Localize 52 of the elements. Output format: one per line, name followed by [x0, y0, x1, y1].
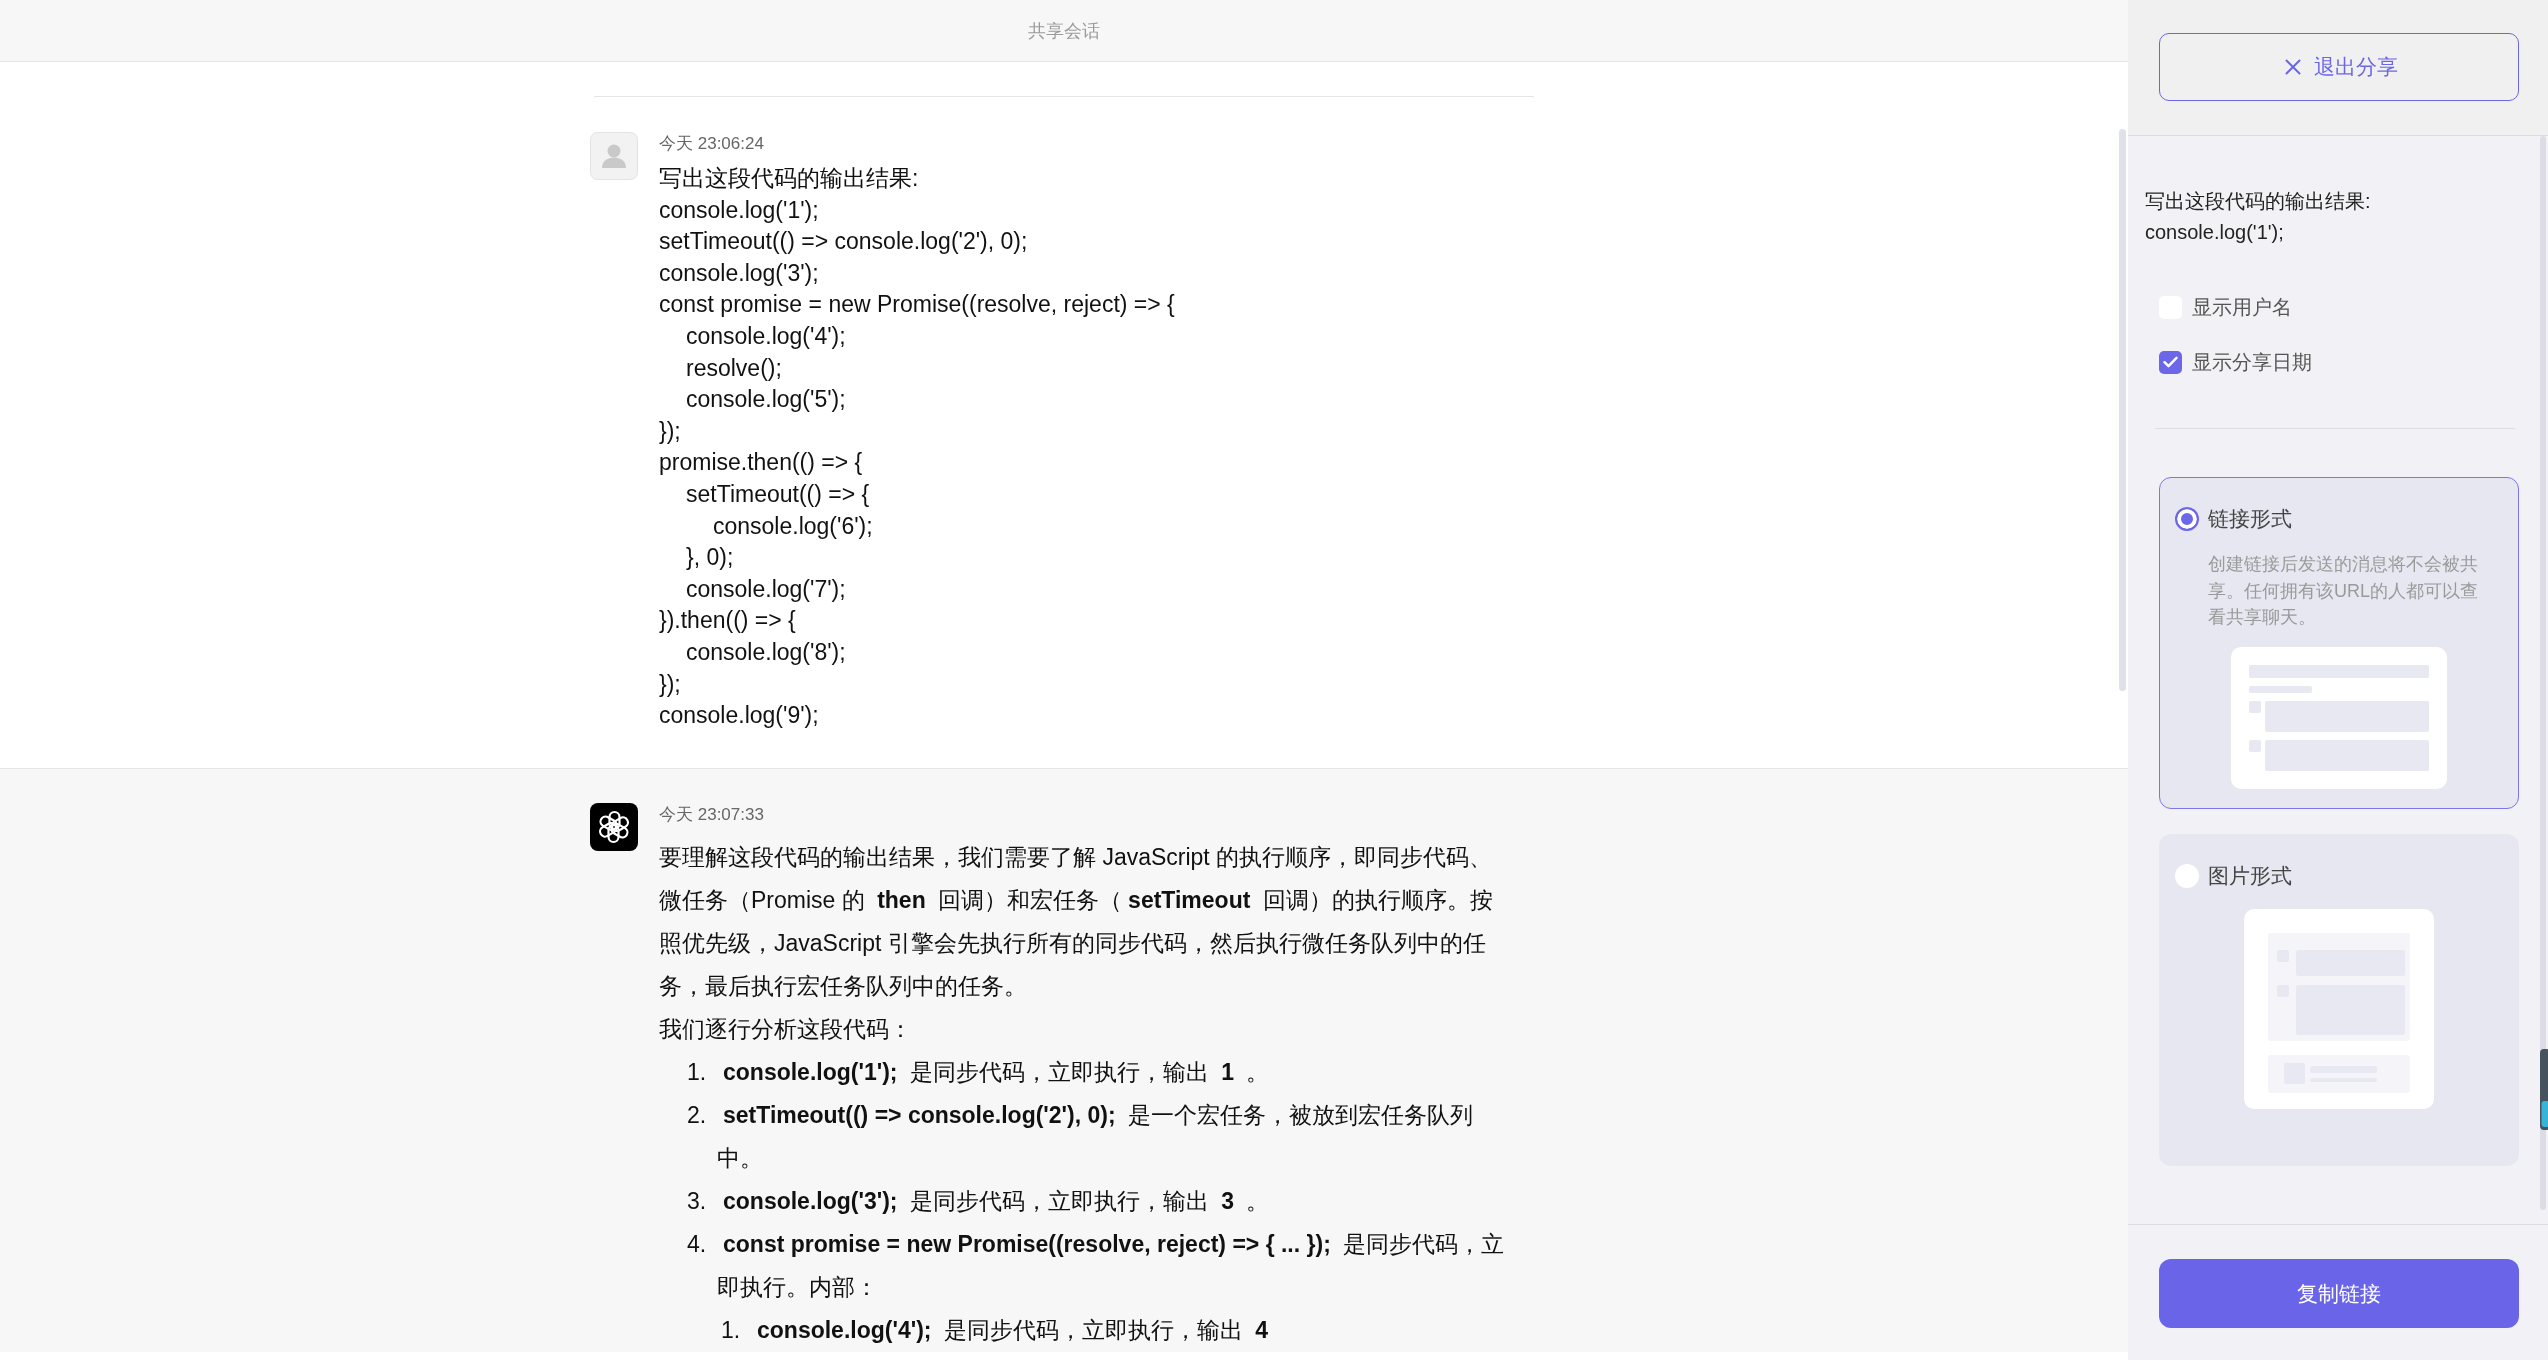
list-item-text: setTimeout(() => console.log('2'), 0); 是一个宏任务，被放到宏任务队列中。: [717, 1100, 1474, 1173]
radio-button[interactable]: [2175, 507, 2199, 531]
list-item-text: console.log('1'); 是同步代码，立即执行，输出 1 。: [722, 1057, 1271, 1087]
list-number: 4.: [687, 1229, 708, 1259]
check-icon: [2163, 356, 2178, 368]
message-line: const promise = new Promise((resolve, reject) => {: [659, 290, 1175, 320]
message-time: 今天 23:06:24: [659, 133, 764, 155]
share-format-card[interactable]: 图片形式: [2159, 834, 2519, 1166]
checkbox-label: 显示用户名: [2192, 294, 2292, 320]
list-number: 1.: [687, 1057, 708, 1087]
message-paragraph: 我们逐行分析这段代码：: [659, 1014, 913, 1044]
share-format-card[interactable]: 链接形式 创建链接后发送的消息将不会被共享。任何拥有该URL的人都可以查看共享聊天。: [2159, 477, 2519, 809]
message-line: 写出这段代码的输出结果:: [659, 164, 919, 193]
page-title: 共享会话: [1028, 19, 1100, 43]
message-line: });: [659, 669, 681, 699]
message-line: console.log('9');: [659, 701, 819, 731]
person-avatar-icon: [590, 132, 638, 180]
list-number: 3.: [687, 1186, 708, 1216]
message-line: }, 0);: [686, 543, 734, 573]
message-time: 今天 23:07:33: [659, 803, 764, 826]
message-line: setTimeout(() => console.log('2'), 0);: [659, 227, 1028, 257]
scrollbar-thumb[interactable]: [2540, 136, 2546, 1210]
message-paragraph: 要理解这段代码的输出结果，我们需要了解 JavaScript 的执行顺序，即同步代码、微任务（Promise 的 then 回调）和宏任务（setTimeout 回调）的执行顺序。按照优先级，JavaScript 引擎会先执行所有的同步代码，然后执行微任务队列中的任务，最后执行宏任务队列中的任务。: [659, 842, 1494, 1001]
scrollbar-thumb[interactable]: [2119, 129, 2126, 691]
list-number: 2.: [687, 1100, 708, 1130]
copy-link-button[interactable]: 复制链接: [2159, 1259, 2519, 1328]
list-number: 1.: [721, 1315, 742, 1345]
list-item-text: console.log('3'); 是同步代码，立即执行，输出 3 。: [722, 1186, 1271, 1216]
message-line: console.log('8');: [686, 637, 846, 667]
message-line: console.log('7');: [686, 574, 846, 604]
exit-share-button[interactable]: 退出分享: [2159, 33, 2519, 101]
list-item-text: console.log('4'); 是同步代码，立即执行，输出 4: [756, 1315, 1270, 1345]
message-line: console.log('4');: [686, 321, 846, 351]
message-line: console.log('6');: [713, 511, 873, 541]
floating-handle-icon[interactable]: [2540, 1049, 2548, 1130]
message-line: console.log('1');: [659, 195, 819, 225]
format-label: 图片形式: [2208, 863, 2292, 889]
share-preview-line: 写出这段代码的输出结果:: [2145, 189, 2371, 214]
knot-avatar-icon: [590, 802, 638, 851]
message-line: console.log('5');: [686, 385, 846, 415]
message-line: }).then(() => {: [659, 606, 796, 636]
format-label: 链接形式: [2208, 506, 2292, 532]
message-line: resolve();: [686, 353, 782, 383]
message-line: });: [659, 416, 681, 446]
message-line: setTimeout(() => {: [686, 479, 870, 509]
format-description: 创建链接后发送的消息将不会被共享。任何拥有该URL的人都可以查看共享聊天。: [2208, 553, 2479, 629]
message-line: promise.then(() => {: [659, 448, 863, 478]
checkbox-label: 显示分享日期: [2192, 349, 2312, 375]
message-line: console.log('3');: [659, 258, 819, 288]
share-preview-line: console.log('1');: [2145, 220, 2284, 245]
radio-button[interactable]: [2175, 864, 2199, 888]
checkbox[interactable]: [2159, 350, 2182, 374]
